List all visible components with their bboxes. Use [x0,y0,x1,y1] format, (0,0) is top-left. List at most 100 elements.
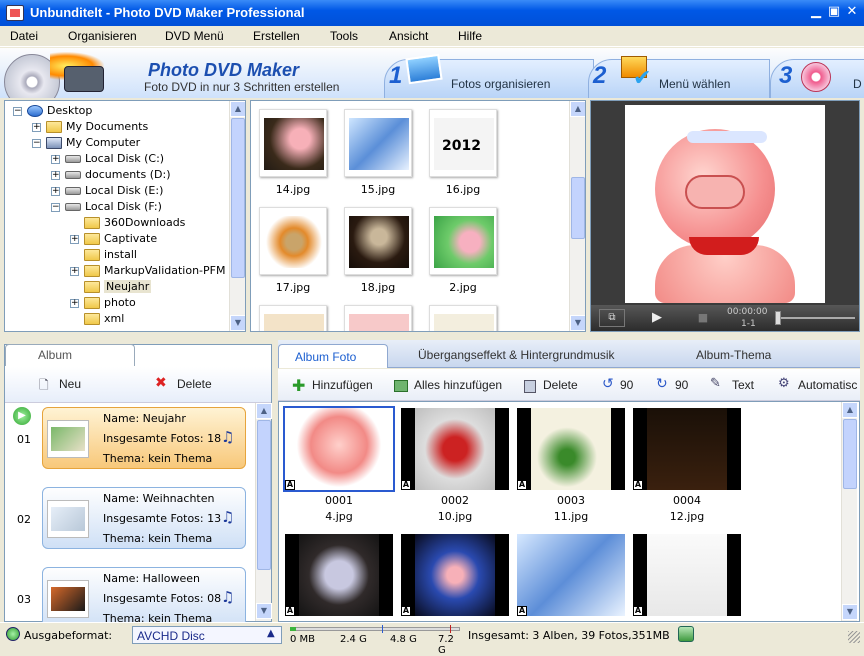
expander-icon[interactable]: + [51,171,60,180]
browser-thumb[interactable] [259,207,327,275]
tree-item[interactable]: + Local Disk (E:) [5,183,227,199]
tree-item[interactable]: + documents (D:) [5,167,227,183]
tree-item[interactable]: + My Documents [5,119,227,135]
step-organize[interactable]: 1 Fotos organisieren [384,53,594,98]
album-card[interactable]: Name: Neujahr Insgesamte Fotos: 18 Thema: … [42,407,246,469]
browser-thumb[interactable] [429,305,497,331]
play-album-icon[interactable]: ▶ [13,407,31,425]
expander-icon[interactable]: + [70,235,79,244]
expander-icon[interactable]: + [70,267,79,276]
tab-transition[interactable]: Übergangseffekt & Hintergrundmusik [418,348,615,362]
scroll-up-icon[interactable]: ▲ [570,101,585,117]
tree-item[interactable]: 360Downloads [5,215,227,231]
tree-item[interactable]: + Local Disk (C:) [5,151,227,167]
expander-icon[interactable]: + [51,155,60,164]
photo-filename: 12.jpg [669,510,705,523]
scroll-up-icon[interactable]: ▲ [256,403,272,419]
step-number: 2 [593,62,607,89]
expander-icon[interactable]: + [70,299,79,308]
play-icon[interactable]: ▶ [637,309,677,327]
maximize-icon[interactable]: ▣ [826,5,842,20]
scroll-thumb[interactable] [257,420,271,570]
tree-item[interactable]: − Local Disk (F:) [5,199,227,215]
tree-item[interactable]: + MarkupValidation-PFM [5,263,227,279]
thumb-caption: 18.jpg [360,281,396,294]
disc-icon [801,62,831,92]
browser-thumb[interactable] [344,305,412,331]
photo-browser[interactable]: 14.jpg 15.jpg 2012 16.jpg 17.jpg 18.jpg … [250,100,586,332]
title-bar[interactable]: Unbunditelt - Photo DVD Maker Profession… [0,0,864,26]
album-photo-grid[interactable]: A 0001 4.jpg A 0002 10.jpg A 0003 11.jpg A 0004 12.… [278,401,860,622]
menu-tools[interactable]: Tools [330,29,358,43]
scroll-down-icon[interactable]: ▼ [230,315,245,331]
expander-icon[interactable]: − [51,203,60,212]
scroll-down-icon[interactable]: ▼ [256,603,272,619]
text-button[interactable]: Text [732,378,754,392]
menu-datei[interactable]: Datei [10,29,38,43]
browser-scrollbar[interactable]: ▲ ▼ [569,101,585,331]
step-burn[interactable]: 3 D [770,59,864,98]
format-select[interactable]: AVCHD Disc ▲ [132,626,282,644]
tree-item[interactable]: Neujahr [5,279,227,295]
capacity-meter: 0 MB 2.4 G 4.8 G 7.2 G [290,625,460,656]
browser-thumb[interactable] [344,207,412,275]
add-all-button[interactable]: Alles hinzufügen [414,378,502,392]
browser-thumb[interactable] [344,109,412,177]
scroll-thumb[interactable] [843,419,857,489]
photo-filename: 10.jpg [437,510,473,523]
menu-hilfe[interactable]: Hilfe [458,29,482,43]
tree-item[interactable]: + Captivate [5,231,227,247]
grid-scrollbar[interactable]: ▲ ▼ [841,402,858,621]
browser-thumb[interactable]: 2012 [429,109,497,177]
expander-icon[interactable]: + [32,123,41,132]
new-album-button[interactable]: Neu [59,377,81,391]
tree-item[interactable]: xml [5,311,227,327]
scroll-thumb[interactable] [231,118,245,278]
browser-thumb[interactable] [259,305,327,331]
menu-ansicht[interactable]: Ansicht [389,29,428,43]
tree-item[interactable]: + photo [5,295,227,311]
menu-erstellen[interactable]: Erstellen [253,29,300,43]
step-menu[interactable]: 2 ✔ Menü wählen [588,56,770,98]
tab-album-foto[interactable]: Album Foto [278,344,388,368]
close-icon[interactable]: ✕ [844,5,860,20]
expander-icon[interactable]: − [13,107,22,116]
album-panel: Album 🗋 Neu ✖ Delete ▶ 01 Name: Neujahr In… [4,344,272,629]
add-button[interactable]: Hinzufügen [312,378,373,392]
tree-item[interactable]: − My Computer [5,135,227,151]
tab-album[interactable]: Album [5,344,135,366]
auto-button[interactable]: Automatisc [798,378,857,392]
menu-dvd-menu[interactable]: DVD Menü [165,29,224,43]
camera-logo-icon [64,66,104,92]
expander-icon[interactable]: − [32,139,41,148]
tree-scrollbar[interactable]: ▲ ▼ [229,101,245,331]
network-icon[interactable] [678,626,694,642]
resize-grip-icon[interactable] [848,631,860,643]
album-scrollbar[interactable]: ▲ ▼ [255,403,272,621]
rotate-left-button[interactable]: 90 [620,378,633,392]
seek-track[interactable] [775,317,855,319]
browser-thumb[interactable] [429,207,497,275]
scroll-up-icon[interactable]: ▲ [842,402,858,418]
album-theme: Thema: kein Thema [103,532,213,545]
tree-item[interactable]: install [5,247,227,263]
album-card[interactable]: Name: Weihnachten Insgesamte Fotos: 13 The… [42,487,246,549]
album-card[interactable]: Name: Halloween Insgesamte Fotos: 08 Thema… [42,567,246,629]
seek-handle[interactable] [775,311,781,325]
scroll-down-icon[interactable]: ▼ [570,315,585,331]
minimize-icon[interactable]: ▁ [808,5,824,20]
delete-photo-button[interactable]: Delete [543,378,578,392]
menu-organisieren[interactable]: Organisieren [68,29,137,43]
browser-thumb[interactable] [259,109,327,177]
export-icon[interactable]: ⧉ [599,309,625,327]
scroll-thumb[interactable] [571,177,585,239]
scroll-down-icon[interactable]: ▼ [842,604,858,620]
scroll-up-icon[interactable]: ▲ [230,101,245,117]
stop-icon[interactable]: ■ [685,309,721,327]
expander-icon[interactable]: + [51,187,60,196]
tree-item[interactable]: − Desktop [5,103,227,119]
delete-album-button[interactable]: Delete [177,377,212,391]
folder-tree[interactable]: − Desktop + My Documents − My Computer + Local … [4,100,246,332]
tab-album-theme[interactable]: Album-Thema [696,348,771,362]
rotate-right-button[interactable]: 90 [675,378,688,392]
